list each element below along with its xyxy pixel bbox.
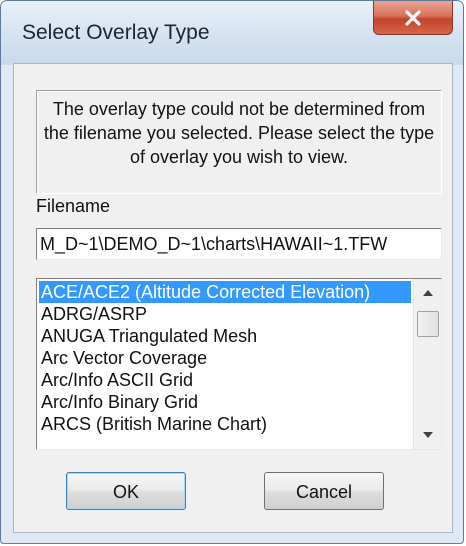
ok-button[interactable]: OK [66,472,186,510]
list-item[interactable]: ANUGA Triangulated Mesh [39,325,411,347]
list-item[interactable]: ADRG/ASRP [39,303,411,325]
close-icon [405,9,421,26]
dialog-body: The overlay type could not be determined… [13,63,453,533]
close-button[interactable] [373,1,453,35]
filename-label: Filename [36,196,111,216]
window-title: Select Overlay Type [22,21,210,44]
scroll-thumb[interactable] [417,311,439,337]
message-text: The overlay type could not be determined… [43,99,435,167]
scroll-down-button[interactable] [414,421,441,449]
scroll-up-button[interactable] [414,279,441,307]
list-item[interactable]: Arc/Info ASCII Grid [39,369,411,391]
title-bar[interactable]: Select Overlay Type [1,1,463,65]
list-item[interactable]: ACE/ACE2 (Altitude Corrected Elevation) [39,281,411,303]
chevron-up-icon [422,290,433,296]
dialog-window: Select Overlay Type The overlay type cou… [0,0,464,544]
filename-field[interactable]: M_D~1\DEMO_D~1\charts\HAWAII~1.TFW [36,228,442,260]
list-scrollbar[interactable] [413,279,441,449]
chevron-down-icon [422,432,433,438]
cancel-button[interactable]: Cancel [264,472,384,510]
overlay-type-items: ACE/ACE2 (Altitude Corrected Elevation) A… [39,281,411,435]
list-item[interactable]: Arc/Info Binary Grid [39,391,411,413]
message-box: The overlay type could not be determined… [36,90,442,194]
overlay-type-list[interactable]: ACE/ACE2 (Altitude Corrected Elevation) A… [36,278,442,450]
list-item[interactable]: Arc Vector Coverage [39,347,411,369]
list-item[interactable]: ARCS (British Marine Chart) [39,413,411,435]
